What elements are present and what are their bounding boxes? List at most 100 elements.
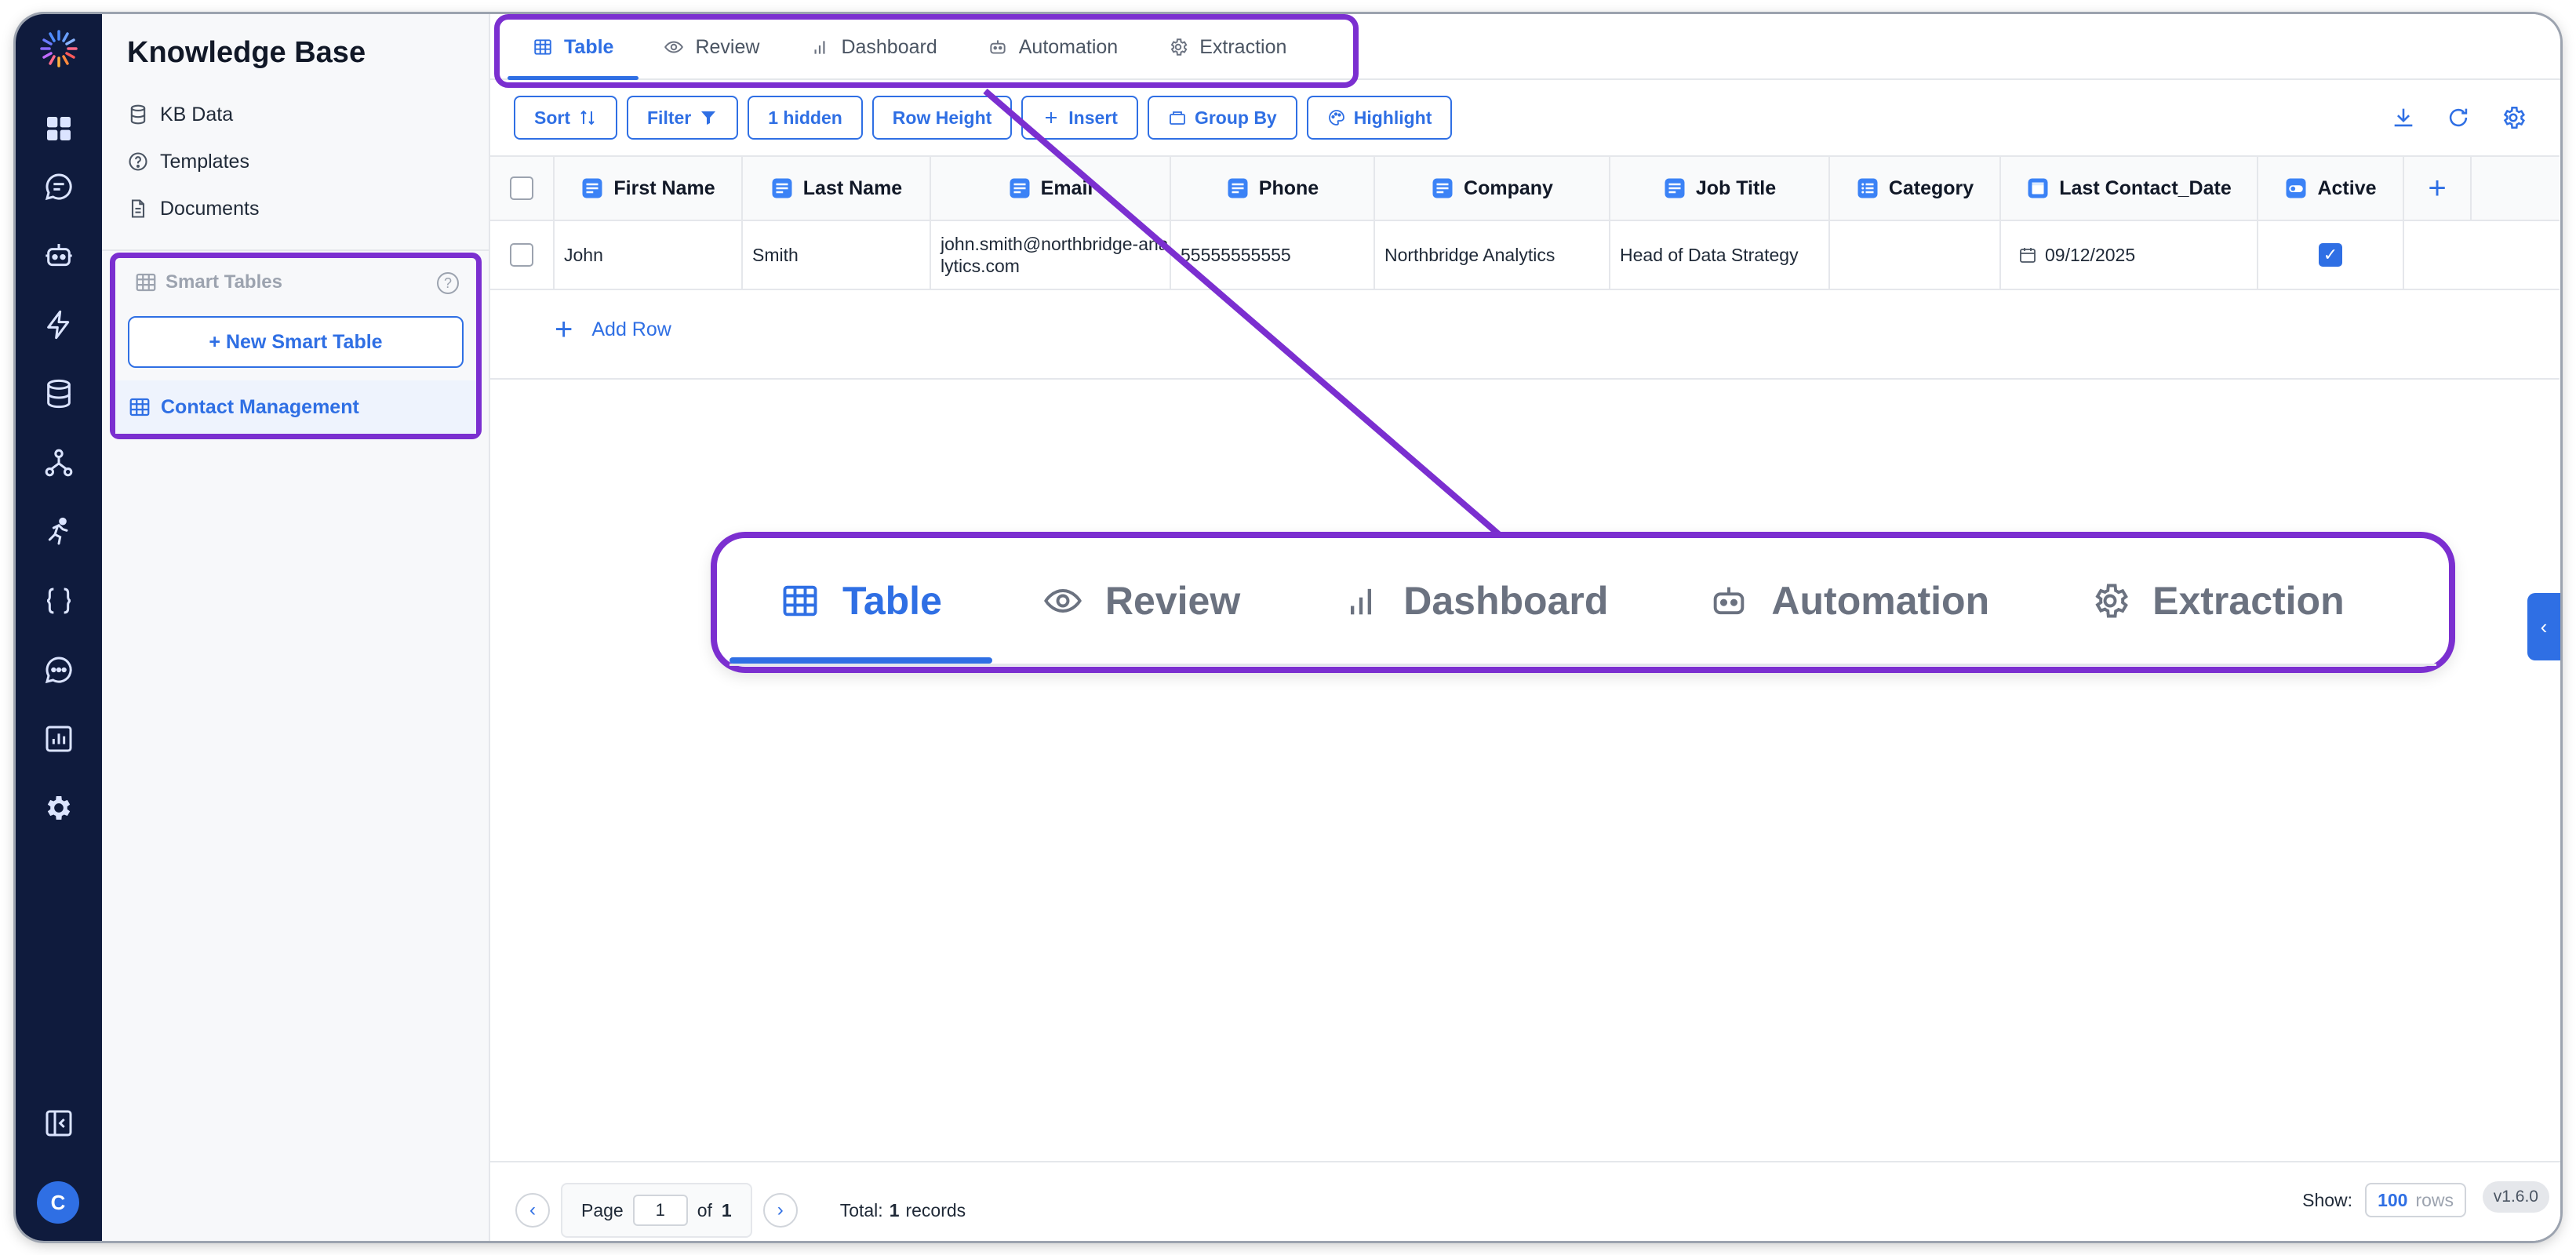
cell-last-name[interactable]: Smith	[743, 221, 931, 289]
page-input[interactable]	[632, 1195, 688, 1226]
tab-extraction[interactable]: Extraction	[1143, 14, 1312, 80]
report-icon[interactable]	[42, 722, 76, 756]
column-header-last-name[interactable]: Last Name	[743, 157, 931, 220]
refresh-icon[interactable]	[2443, 102, 2474, 133]
toggle-field-icon	[2286, 178, 2306, 198]
table-icon	[534, 39, 551, 55]
highlight-label: Highlight	[1353, 107, 1432, 128]
tab-label: Extraction	[1199, 35, 1287, 58]
tab-label: Dashboard	[841, 35, 937, 58]
column-header-category[interactable]: Category	[1830, 157, 2001, 220]
help-icon[interactable]: ?	[437, 272, 459, 294]
row-checkbox[interactable]	[510, 243, 533, 267]
bot-icon[interactable]	[42, 238, 76, 273]
hidden-fields-button[interactable]: 1 hidden	[748, 96, 863, 140]
tab-label: Table	[564, 35, 614, 58]
prev-page-button[interactable]: ‹	[515, 1193, 550, 1228]
column-header-company[interactable]: Company	[1375, 157, 1610, 220]
table-row: John Smith john.smith@northbridge-analyt…	[490, 221, 2560, 290]
active-checkbox[interactable]: ✓	[2319, 243, 2342, 267]
message-icon[interactable]	[42, 653, 76, 687]
sidebar-title: Knowledge Base	[127, 36, 366, 69]
tab-label: Review	[695, 35, 760, 58]
rows-per-page-value: 100	[2378, 1189, 2408, 1210]
sidebar-divider	[102, 249, 489, 251]
braces-icon[interactable]	[42, 584, 76, 618]
database-icon[interactable]	[42, 376, 76, 411]
row-height-button[interactable]: Row Height	[871, 96, 1013, 140]
chat-icon[interactable]	[42, 169, 76, 204]
app-logo-icon[interactable]	[37, 27, 81, 71]
toolbar-actions	[2388, 102, 2529, 133]
cell-phone[interactable]: 55555555555	[1171, 221, 1375, 289]
column-header-first-name[interactable]: First Name	[555, 157, 743, 220]
cell-company[interactable]: Northbridge Analytics	[1375, 221, 1610, 289]
tab-label: Table	[842, 579, 942, 623]
gear-icon[interactable]	[42, 791, 76, 825]
tab-automation[interactable]: Automation	[962, 14, 1143, 80]
sidebar-item-templates[interactable]: Templates	[127, 144, 249, 179]
filter-icon	[701, 111, 716, 125]
next-page-button[interactable]: ›	[762, 1193, 798, 1228]
smart-tables-heading: Smart Tables	[134, 271, 282, 294]
cell-active: ✓	[2258, 221, 2404, 289]
cell-job-title[interactable]: Head of Data Strategy	[1610, 221, 1830, 289]
column-header-active[interactable]: Active	[2258, 157, 2404, 220]
sort-button[interactable]: Sort	[514, 96, 617, 140]
collapse-sidebar-icon[interactable]	[42, 1106, 76, 1140]
zoom-tab-review: Review	[992, 538, 1290, 664]
tab-dashboard[interactable]: Dashboard	[784, 14, 962, 80]
page-selector: Page of 1	[561, 1183, 752, 1238]
table-icon	[783, 585, 817, 617]
column-header-last-contact-date[interactable]: Last Contact_Date	[2001, 157, 2258, 220]
database-icon	[130, 104, 146, 125]
date-value: 09/12/2025	[2045, 244, 2136, 265]
tabs-zoom-callout: Table Review Dashboard Automation Extrac…	[711, 532, 2455, 673]
select-all-checkbox[interactable]	[510, 176, 533, 200]
total-records: Total: 1 records	[840, 1200, 966, 1221]
tab-review[interactable]: Review	[639, 14, 784, 80]
insert-label: Insert	[1068, 107, 1118, 128]
tab-label: Automation	[1771, 579, 1990, 623]
cell-last-contact-date[interactable]: 09/12/2025	[2001, 221, 2258, 289]
sidebar-item-contact-management[interactable]: Contact Management	[115, 380, 476, 434]
cell-empty	[2404, 221, 2472, 289]
rows-per-page-select[interactable]: 100 rows	[2365, 1183, 2466, 1217]
filter-label: Filter	[647, 107, 692, 128]
add-row-button[interactable]: + Add Row	[555, 314, 671, 345]
add-column-button[interactable]: +	[2404, 157, 2472, 220]
runner-icon[interactable]	[42, 515, 76, 549]
palette-icon	[1328, 110, 1344, 126]
bar-chart-icon	[1351, 588, 1372, 615]
smart-tables-label: Smart Tables	[166, 271, 282, 293]
cell-category[interactable]	[1830, 221, 2001, 289]
insert-button[interactable]: Insert	[1021, 96, 1138, 140]
tab-table[interactable]: Table	[508, 14, 639, 80]
group-by-button[interactable]: Group By	[1147, 96, 1297, 140]
settings-icon[interactable]	[2498, 102, 2529, 133]
cell-email[interactable]: john.smith@northbridge-analytics.com	[931, 221, 1171, 289]
lightning-icon[interactable]	[42, 307, 76, 342]
new-smart-table-button[interactable]: + New Smart Table	[128, 316, 464, 368]
zoom-tab-table: Table	[730, 538, 992, 664]
cell-first-name[interactable]: John	[555, 221, 743, 289]
hierarchy-icon[interactable]	[42, 446, 76, 480]
select-all-cell	[490, 157, 555, 220]
sidebar-item-documents[interactable]: Documents	[127, 191, 259, 226]
chevron-left-icon[interactable]: ‹	[2527, 593, 2560, 660]
column-header-email[interactable]: Email	[931, 157, 1171, 220]
text-field-icon	[1228, 178, 1248, 198]
highlight-button[interactable]: Highlight	[1306, 96, 1453, 140]
download-icon[interactable]	[2388, 102, 2419, 133]
text-field-icon	[1432, 178, 1453, 198]
eye-icon	[1043, 589, 1082, 613]
column-header-job-title[interactable]: Job Title	[1610, 157, 1830, 220]
avatar[interactable]: C	[37, 1181, 79, 1224]
filter-button[interactable]: Filter	[627, 96, 739, 140]
column-header-phone[interactable]: Phone	[1171, 157, 1375, 220]
text-field-icon	[1665, 178, 1685, 198]
tab-label: Review	[1104, 579, 1241, 623]
sidebar-item-kb-data[interactable]: KB Data	[127, 97, 233, 132]
gear-icon	[1170, 38, 1188, 56]
dashboard-icon[interactable]	[42, 111, 76, 146]
